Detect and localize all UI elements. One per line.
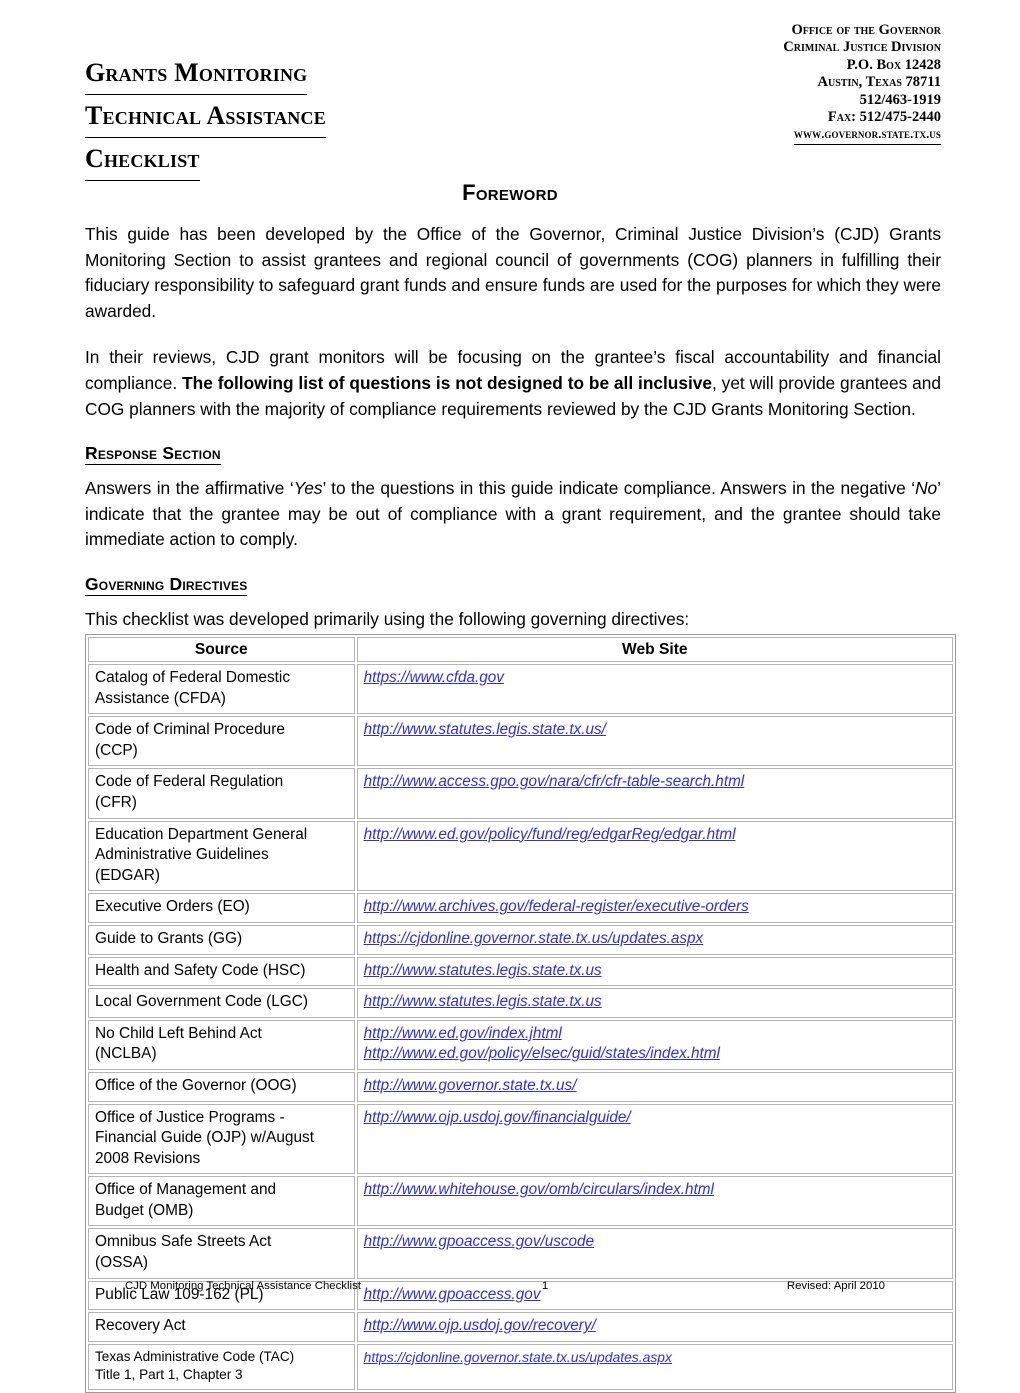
- web-link[interactable]: http://www.statutes.legis.state.tx.us: [364, 961, 602, 981]
- document-title: Grants Monitoring Technical Assistance C…: [85, 22, 505, 181]
- table-row: Executive Orders (EO) http://www.archives…: [88, 893, 953, 923]
- table-row: Catalog of Federal Domestic Assistance (…: [88, 664, 953, 715]
- website-cell: http://www.ojp.usdoj.gov/recovery/: [356, 1312, 953, 1342]
- website-cell: http://www.statutes.legis.state.tx.us: [356, 988, 953, 1018]
- table-head: Source Web Site: [88, 637, 953, 662]
- column-header-source: Source: [88, 637, 355, 662]
- source-cell: Local Government Code (LGC): [88, 988, 355, 1018]
- footer-page-number: 1: [541, 1280, 549, 1292]
- agency-line-division: Criminal Justice Division: [783, 39, 941, 56]
- source-cell: Omnibus Safe Streets Act (OSSA): [88, 1228, 355, 1279]
- table-row: No Child Left Behind Act (NCLBA) http://w…: [88, 1019, 953, 1070]
- website-cell: http://www.gpoaccess.gov/uscode: [356, 1228, 953, 1279]
- web-link[interactable]: http://www.statutes.legis.state.tx.us/: [364, 720, 606, 740]
- foreword-paragraph-2: In their reviews, CJD grant monitors wil…: [85, 345, 941, 422]
- website-cell: http://www.access.gpo.gov/nara/cfr/cfr-t…: [356, 768, 953, 819]
- page-footer: CJD Monitoring Technical Assistance Chec…: [125, 1280, 885, 1292]
- document-page: Grants Monitoring Technical Assistance C…: [0, 0, 1020, 1393]
- agency-line-fax: Fax: 512/475-2440: [827, 109, 941, 126]
- footer-left-text: CJD Monitoring Technical Assistance Chec…: [125, 1280, 361, 1292]
- footer-right-text: Revised: April 2010: [786, 1280, 885, 1292]
- web-link[interactable]: http://www.access.gpo.gov/nara/cfr/cfr-t…: [364, 772, 745, 792]
- table-row: Texas Administrative Code (TAC) Title 1,…: [88, 1343, 953, 1390]
- source-cell: Texas Administrative Code (TAC) Title 1,…: [88, 1343, 355, 1390]
- document-body: This guide has been developed by the Off…: [85, 222, 941, 633]
- source-cell: No Child Left Behind Act (NCLBA): [88, 1019, 355, 1070]
- source-cell: Office of the Governor (OOG): [88, 1071, 355, 1102]
- source-cell: Recovery Act: [88, 1312, 355, 1342]
- governing-directives-intro: This checklist was developed primarily u…: [85, 608, 690, 629]
- response-section-heading: Response Section: [85, 443, 221, 466]
- source-cell: Code of Criminal Procedure (CCP): [88, 716, 355, 767]
- document-title-line-2: Technical Assistance: [85, 95, 326, 138]
- website-cell: http://www.whitehouse.gov/omb/circulars/…: [356, 1176, 953, 1227]
- web-link[interactable]: https://www.cfda.gov: [364, 668, 504, 688]
- website-cell: http://www.ed.gov/policy/fund/reg/edgarR…: [356, 820, 953, 892]
- web-link[interactable]: http://www.statutes.legis.state.tx.us: [364, 992, 602, 1012]
- response-section-heading-wrap: Response Section: [85, 443, 941, 466]
- website-cell: http://www.statutes.legis.state.tx.us: [356, 956, 953, 987]
- source-cell: Health and Safety Code (HSC): [88, 956, 355, 987]
- agency-line-pobox: P.O. Box 12428: [846, 56, 941, 73]
- source-cell: Executive Orders (EO): [88, 893, 355, 923]
- table-row: Omnibus Safe Streets Act (OSSA) http://ww…: [88, 1228, 953, 1279]
- table-row: Local Government Code (LGC) http://www.st…: [88, 988, 953, 1018]
- website-cell: https://www.cfda.gov: [356, 664, 953, 715]
- foreword-heading: Foreword: [462, 180, 558, 205]
- web-link[interactable]: http://www.whitehouse.gov/omb/circulars/…: [364, 1180, 714, 1200]
- foreword-p2-emphasis: The following list of questions is not d…: [182, 372, 712, 393]
- web-link[interactable]: http://www.ojp.usdoj.gov/recovery/: [364, 1316, 596, 1336]
- table-row: Education Department General Administrat…: [88, 820, 953, 892]
- web-link[interactable]: http://www.ed.gov/index.jhtml: [364, 1024, 562, 1044]
- website-cell: http://www.ed.gov/index.jhtml http://www.…: [356, 1019, 953, 1070]
- agency-website-link[interactable]: www.governor.state.tx.us: [793, 126, 941, 145]
- agency-address-block: Office of the Governor Criminal Justice …: [611, 22, 941, 145]
- foreword-paragraph-1: This guide has been developed by the Off…: [85, 224, 941, 321]
- response-text-a: Answers in the affirmative ‘: [85, 478, 294, 499]
- table-row: Code of Criminal Procedure (CCP) http://w…: [88, 716, 953, 767]
- source-cell: Code of Federal Regulation (CFR): [88, 768, 355, 819]
- website-cell: http://www.ojp.usdoj.gov/financialguide/: [356, 1103, 953, 1175]
- source-cell: Office of Management and Budget (OMB): [88, 1176, 355, 1227]
- table-row: Office of the Governor (OOG) http://www.g…: [88, 1071, 953, 1102]
- governing-directives-heading: Governing Directives: [85, 573, 248, 596]
- web-link[interactable]: http://www.governor.state.tx.us/: [364, 1076, 577, 1096]
- web-link[interactable]: http://www.ed.gov/policy/fund/reg/edgarR…: [364, 825, 736, 845]
- source-cell: Education Department General Administrat…: [88, 820, 355, 892]
- web-link[interactable]: http://www.ojp.usdoj.gov/financialguide/: [364, 1108, 631, 1128]
- website-cell: http://www.archives.gov/federal-register…: [356, 893, 953, 923]
- web-link[interactable]: http://www.ed.gov/policy/elsec/guid/stat…: [364, 1044, 720, 1064]
- web-link[interactable]: https://cjdonline.governor.state.tx.us/u…: [364, 929, 704, 949]
- source-cell: Guide to Grants (GG): [88, 924, 355, 955]
- table-row: Office of Justice Programs - Financial G…: [88, 1103, 953, 1175]
- table-row: Health and Safety Code (HSC) http://www.s…: [88, 956, 953, 987]
- website-cell: https://cjdonline.governor.state.tx.us/u…: [356, 924, 953, 955]
- website-cell: http://www.statutes.legis.state.tx.us/: [356, 716, 953, 767]
- table-row: Office of Management and Budget (OMB) htt…: [88, 1176, 953, 1227]
- response-yes-word: Yes: [293, 478, 323, 499]
- governing-directives-heading-wrap: Governing Directives: [85, 574, 941, 596]
- table-row: Guide to Grants (GG) https://cjdonline.go…: [88, 924, 953, 955]
- document-title-line-3: Checklist: [85, 138, 200, 181]
- column-header-website: Web Site: [356, 637, 953, 662]
- website-cell: http://www.governor.state.tx.us/: [356, 1071, 953, 1102]
- source-cell: Office of Justice Programs - Financial G…: [88, 1103, 355, 1175]
- web-link[interactable]: https://cjdonline.governor.state.tx.us/u…: [364, 1348, 672, 1367]
- agency-line-phone: 512/463-1919: [859, 91, 941, 108]
- response-text-b: ’ to the questions in this guide indicat…: [322, 478, 916, 499]
- web-link[interactable]: http://www.archives.gov/federal-register…: [364, 897, 749, 917]
- response-section-paragraph: Answers in the affirmative ‘Yes’ to the …: [85, 476, 941, 553]
- response-no-word: No: [915, 478, 938, 499]
- document-title-line-1: Grants Monitoring: [85, 52, 308, 95]
- table-row: Recovery Act http://www.ojp.usdoj.gov/rec…: [88, 1312, 953, 1342]
- web-link[interactable]: http://www.gpoaccess.gov/uscode: [364, 1232, 594, 1252]
- table-row: Code of Federal Regulation (CFR) http://w…: [88, 768, 953, 819]
- source-cell: Catalog of Federal Domestic Assistance (…: [88, 664, 355, 715]
- table-header-row: Source Web Site: [88, 637, 953, 662]
- agency-line-office: Office of the Governor: [791, 22, 941, 38]
- masthead: Grants Monitoring Technical Assistance C…: [85, 22, 941, 181]
- agency-line-city: Austin, Texas 78711: [817, 74, 941, 91]
- website-cell: https://cjdonline.governor.state.tx.us/u…: [356, 1343, 953, 1390]
